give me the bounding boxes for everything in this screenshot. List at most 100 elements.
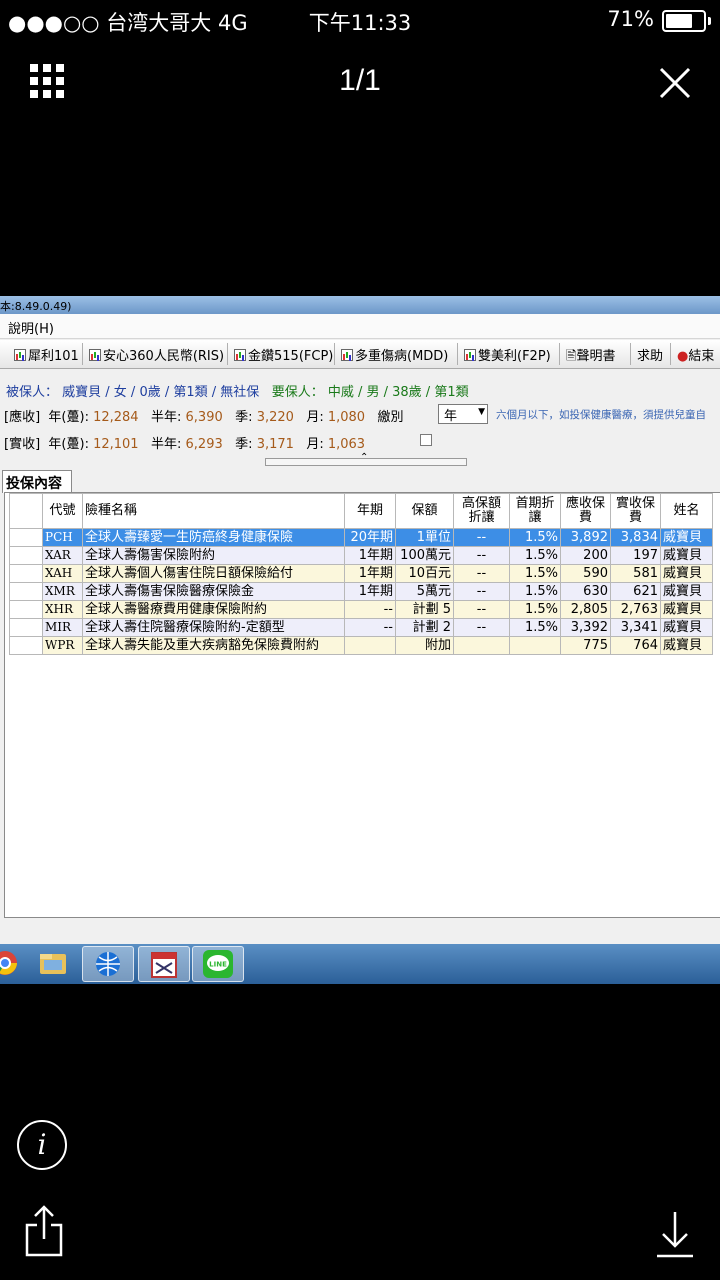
cell-person: 威寶貝 <box>660 600 713 619</box>
table-row[interactable]: WPR 全球人壽失能及重大疾病豁免保險費附約 附加 775 764 威寶貝 <box>9 636 713 655</box>
cell-high-discount <box>453 636 510 655</box>
exit-icon: ● <box>677 349 689 364</box>
cell-high-discount: -- <box>453 546 510 565</box>
cell-person: 威寶貝 <box>660 582 713 601</box>
chevron-down-icon: ▼ <box>478 407 485 417</box>
cell-person: 威寶貝 <box>660 564 713 583</box>
col-header-due-premium[interactable]: 應收保費 <box>560 493 611 529</box>
table-row[interactable]: XMR 全球人壽傷害保險醫療保險金 1年期 5萬元 -- 1.5% 630 621 威寶貝 <box>9 582 713 601</box>
toolbar-item-5[interactable]: 雙美利(F2P) <box>464 345 551 364</box>
cell-name: 全球人壽失能及重大疾病豁免保險費附約 <box>82 636 345 655</box>
toolbar-item-declaration[interactable]: 🖹聲明書 <box>566 345 615 369</box>
policy-table: 代號 險種名稱 年期 保額 高保額折讓 首期折讓 應收保費 實收保費 姓名 ▸ P… <box>9 493 713 655</box>
policy-grid-panel: 代號 險種名稱 年期 保額 高保額折讓 首期折讓 應收保費 實收保費 姓名 ▸ P… <box>4 492 720 918</box>
policy-holder-info: 被保人： 威寶貝 / 女 / 0歲 / 第1類 / 無社保 要保人： 中威 / … <box>6 385 469 400</box>
cell-code: XAR <box>42 546 83 565</box>
file-explorer-icon[interactable] <box>28 946 78 980</box>
cell-actual-premium: 581 <box>610 564 661 583</box>
chart-icon <box>14 349 26 361</box>
cell-first-discount: 1.5% <box>509 564 561 583</box>
cell-amount: 計劃 5 <box>395 600 454 619</box>
cell-amount: 附加 <box>395 636 454 655</box>
cell-person: 威寶貝 <box>660 618 713 637</box>
menu-bar: 說明(H) <box>0 314 720 339</box>
chevron-up-icon: ⌃ <box>360 452 369 463</box>
cell-code: PCH <box>42 528 83 547</box>
info-icon: i <box>37 1128 47 1161</box>
col-header-high-discount[interactable]: 高保額折讓 <box>453 493 510 529</box>
ie-icon[interactable] <box>82 946 134 982</box>
chrome-icon[interactable] <box>0 946 30 980</box>
window-title: 本:8.49.0.49) <box>0 300 72 313</box>
cell-due-premium: 200 <box>560 546 611 565</box>
row-indicator: ▸ <box>9 528 43 547</box>
cell-due-premium: 630 <box>560 582 611 601</box>
cell-code: WPR <box>42 636 83 655</box>
toolbar-item-help[interactable]: 求助 <box>637 345 663 364</box>
svg-text:LINE: LINE <box>209 961 227 969</box>
chart-icon <box>89 349 101 361</box>
cell-actual-premium: 197 <box>610 546 661 565</box>
cell-person: 威寶貝 <box>660 546 713 565</box>
page-counter: 1/1 <box>339 64 381 97</box>
cell-code: XAH <box>42 564 83 583</box>
cell-code: MIR <box>42 618 83 637</box>
toolbar-item-exit[interactable]: ●結束 <box>677 345 714 364</box>
cell-term: 20年期 <box>344 528 396 547</box>
col-header-actual-premium[interactable]: 實收保費 <box>610 493 661 529</box>
cell-due-premium: 775 <box>560 636 611 655</box>
share-icon[interactable] <box>24 1205 64 1257</box>
col-header-first-discount[interactable]: 首期折讓 <box>509 493 561 529</box>
cell-name: 全球人壽個人傷害住院日額保險給付 <box>82 564 345 583</box>
cell-term: 1年期 <box>344 546 396 565</box>
menu-help[interactable]: 說明(H) <box>8 318 54 337</box>
cell-actual-premium: 3,834 <box>610 528 661 547</box>
toolbar-item-1[interactable]: 犀利101 <box>14 345 79 364</box>
info-button[interactable]: i <box>17 1120 67 1170</box>
cell-name: 全球人壽傷害保險附約 <box>82 546 345 565</box>
download-icon[interactable] <box>655 1210 695 1258</box>
col-header-code[interactable]: 代號 <box>42 493 83 529</box>
battery-icon <box>662 10 711 32</box>
col-header-amount[interactable]: 保額 <box>395 493 454 529</box>
notice-text: 六個月以下，如投保健康醫療，須提供兒童自 <box>496 409 706 421</box>
row-indicator <box>9 546 43 565</box>
cell-first-discount: 1.5% <box>509 582 561 601</box>
table-row[interactable]: XAR 全球人壽傷害保險附約 1年期 100萬元 -- 1.5% 200 197 威寶貝 <box>9 546 713 565</box>
table-row[interactable]: XHR 全球人壽醫療費用健康保險附約 -- 計劃 5 -- 1.5% 2,805 2,763 威… <box>9 600 713 619</box>
close-icon[interactable] <box>658 66 692 100</box>
tab-policy-content[interactable]: 投保內容 <box>2 470 72 493</box>
col-header-term[interactable]: 年期 <box>344 493 396 529</box>
line-icon[interactable]: LINE <box>192 946 244 982</box>
cell-actual-premium: 3,341 <box>610 618 661 637</box>
cell-first-discount: 1.5% <box>509 528 561 547</box>
toolbar: 犀利101 安心360人民幣(RIS) 金鑽515(FCP) 多重傷病(MDD)… <box>0 340 720 369</box>
table-row[interactable]: ▸ PCH 全球人壽臻愛一生防癌終身健康保險 20年期 1單位 -- 1.5% 3,892 3,… <box>9 528 713 547</box>
cell-term: -- <box>344 600 396 619</box>
cell-code: XHR <box>42 600 83 619</box>
cell-actual-premium: 2,763 <box>610 600 661 619</box>
row-indicator <box>9 600 43 619</box>
calendar-app-icon[interactable] <box>138 946 190 982</box>
table-row[interactable]: XAH 全球人壽個人傷害住院日額保險給付 1年期 10百元 -- 1.5% 590 581 威寶… <box>9 564 713 583</box>
col-header-name[interactable]: 險種名稱 <box>82 493 345 529</box>
table-row[interactable]: MIR 全球人壽住院醫療保險附約-定額型 -- 計劃 2 -- 1.5% 3,392 3,34… <box>9 618 713 637</box>
payment-mode-select[interactable]: 年 ▼ <box>438 404 488 424</box>
cell-term: 1年期 <box>344 582 396 601</box>
row-indicator <box>9 582 43 601</box>
windows-taskbar: LINE <box>0 944 720 984</box>
chart-icon <box>464 349 476 361</box>
cell-amount: 5萬元 <box>395 582 454 601</box>
cell-amount: 100萬元 <box>395 546 454 565</box>
cell-due-premium: 590 <box>560 564 611 583</box>
col-header-person[interactable]: 姓名 <box>660 493 713 529</box>
toolbar-item-4[interactable]: 多重傷病(MDD) <box>341 345 448 364</box>
panel-splitter[interactable]: ⌃ <box>265 452 467 466</box>
cell-actual-premium: 621 <box>610 582 661 601</box>
row-indicator <box>9 636 43 655</box>
checkbox[interactable] <box>420 434 432 446</box>
cell-term <box>344 636 396 655</box>
toolbar-item-3[interactable]: 金鑽515(FCP) <box>234 345 333 364</box>
toolbar-item-2[interactable]: 安心360人民幣(RIS) <box>89 345 224 364</box>
cell-high-discount: -- <box>453 600 510 619</box>
